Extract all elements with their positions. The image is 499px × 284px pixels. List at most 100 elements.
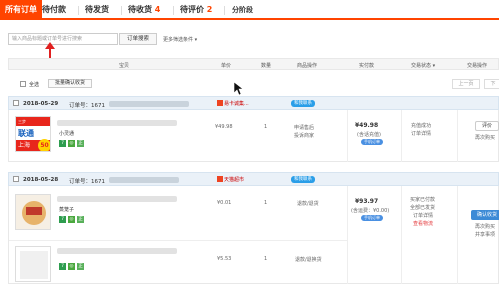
mobile-order-badge: 手机订单 (361, 215, 383, 221)
review-button[interactable]: 评价 (475, 121, 499, 131)
redacted-product-title (57, 120, 177, 126)
order-header: 2018-05-28 订单号：1671 天猫超市 和我联系 (8, 172, 499, 186)
paid-note: (含话充值) (357, 132, 381, 138)
more-info-link[interactable]: 并享事项 (475, 231, 495, 238)
tab-pending-review[interactable]: 待评价 2 (180, 4, 212, 15)
item-divider (9, 240, 347, 241)
prev-page-button[interactable]: 上一页 (452, 79, 480, 89)
shop-name[interactable]: 易卡诚集... (217, 100, 249, 107)
service-tag-icon: ◎ (68, 140, 75, 147)
redacted-order-number (109, 177, 179, 183)
col-actions: 交易操作 (467, 63, 488, 69)
mouse-cursor-icon (234, 82, 244, 96)
service-tag-icon: 正 (77, 216, 84, 223)
col-qty: 数量 (261, 63, 272, 69)
buy-again-link[interactable]: 再次购买 (475, 223, 495, 230)
order-status: 买家已付款 (410, 197, 436, 203)
paid-amount: ¥93.97 (355, 198, 379, 205)
column-divider (457, 186, 458, 284)
service-tag-icon: 7 (59, 140, 66, 147)
confirm-receipt-button[interactable]: 确认收货 (471, 210, 499, 220)
paid-note: (含运费：¥0.00) (351, 208, 390, 214)
redacted-product-title (57, 248, 177, 254)
product-thumbnail[interactable]: 三步 联通 上海 50 (15, 116, 51, 152)
redacted-product-title (57, 196, 177, 202)
product-thumbnail[interactable] (15, 194, 51, 230)
order-row: 三步 联通 上海 50 小灵通 7 ◎ 正 ¥49.98 1 申请售后 投诉商家… (8, 110, 499, 162)
unit-price: ¥5.53 (217, 256, 232, 262)
order-checkbox[interactable] (13, 100, 19, 106)
thumb-banner: 三步 (16, 117, 50, 126)
tab-staged[interactable]: 分阶段 (232, 5, 253, 15)
order-status: 充值成功 (411, 123, 432, 129)
col-status[interactable]: 交易状态 ▾ (411, 62, 435, 69)
shop-icon (217, 100, 223, 106)
tab-count: 2 (206, 5, 213, 14)
service-tag-icon: ◎ (68, 216, 75, 223)
unit-price: ¥49.98 (215, 124, 233, 130)
shop-name[interactable]: 天猫超市 (217, 176, 244, 183)
quantity: 1 (264, 200, 268, 206)
thumb-brand: 联通 (18, 129, 34, 138)
service-tag-icon: 7 (59, 216, 66, 223)
next-page-button[interactable]: 下 (484, 79, 499, 89)
order-search-button[interactable]: 订单搜索 (119, 33, 157, 45)
thumb-food-detail (26, 207, 42, 215)
shop-icon (217, 176, 223, 182)
tab-pending-payment[interactable]: 待付款 (42, 4, 66, 15)
tab-all-orders[interactable]: 所有订单 (0, 0, 42, 20)
unit-price: ¥0.01 (217, 200, 232, 206)
column-divider (401, 110, 402, 162)
select-all-label: 全选 (29, 82, 40, 88)
order-date: 2018-05-29 (23, 101, 59, 107)
thumb-placeholder (20, 251, 48, 279)
table-header: 宝贝 单价 数量 商品操作 实付款 交易状态 ▾ 交易操作 (8, 58, 499, 70)
tab-divider (121, 6, 122, 15)
order-row: 蒸笼子 7 ◎ 正 ¥0.01 1 退款/退货 7 ◎ 正 ¥5.53 1 退款… (8, 186, 499, 284)
tab-pending-shipment[interactable]: 待发货 (85, 4, 109, 15)
order-number-label: 订单号：1671 (69, 179, 105, 185)
after-sale-link[interactable]: 申请售后 (294, 124, 314, 131)
column-divider (347, 110, 348, 162)
order-date: 2018-05-28 (23, 177, 59, 183)
order-detail-link[interactable]: 订单详情 (413, 212, 433, 219)
order-header: 2018-05-29 订单号：1671 易卡诚集... 和我联系 (8, 96, 499, 110)
contact-seller-button[interactable]: 和我联系 (291, 176, 315, 183)
service-tag-icon: ◎ (68, 263, 75, 270)
batch-confirm-button[interactable]: 批量确认收货 (48, 79, 92, 88)
order-checkbox[interactable] (13, 176, 19, 182)
service-tag-icon: 7 (59, 263, 66, 270)
tab-divider (173, 6, 174, 15)
column-divider (457, 110, 458, 162)
more-filter-toggle[interactable]: 更多筛选条件 ▾ (163, 36, 197, 43)
product-thumbnail[interactable] (15, 246, 51, 282)
col-item-ops: 商品操作 (297, 63, 318, 69)
contact-seller-button[interactable]: 和我联系 (291, 100, 315, 107)
order-detail-link[interactable]: 订单详情 (411, 130, 431, 137)
shipment-status: 全部已发货 (410, 205, 436, 211)
order-tabs: 所有订单 待付款 待发货 待收货 4 待评价 2 分阶段 (0, 0, 499, 20)
tab-count: 4 (154, 5, 161, 14)
product-name[interactable]: 蒸笼子 (59, 206, 74, 213)
view-logistics-link[interactable]: 查看物流 (413, 220, 433, 227)
service-tag-icon: 正 (77, 263, 84, 270)
column-divider (347, 186, 348, 284)
tab-divider (224, 6, 225, 15)
tab-pending-receipt[interactable]: 待收货 4 (128, 4, 160, 15)
refund-link[interactable]: 退款/退换货 (295, 256, 322, 263)
select-all-checkbox[interactable] (20, 81, 26, 87)
quantity: 1 (264, 124, 268, 130)
product-name[interactable]: 小灵通 (59, 130, 74, 137)
refund-link[interactable]: 退款/退货 (297, 200, 319, 207)
service-tag-icon: 正 (77, 140, 84, 147)
col-item: 宝贝 (119, 63, 130, 69)
quantity: 1 (264, 256, 268, 262)
redacted-order-number (109, 101, 189, 107)
buy-again-link[interactable]: 再次购买 (475, 134, 495, 141)
col-paid: 实付款 (359, 63, 375, 69)
complain-link[interactable]: 投诉商家 (294, 132, 314, 139)
order-search-input[interactable]: 输入商品标题或订单号进行搜索 (8, 33, 118, 45)
column-divider (401, 186, 402, 284)
col-price: 单价 (221, 63, 232, 69)
paid-amount: ¥49.98 (355, 122, 379, 129)
